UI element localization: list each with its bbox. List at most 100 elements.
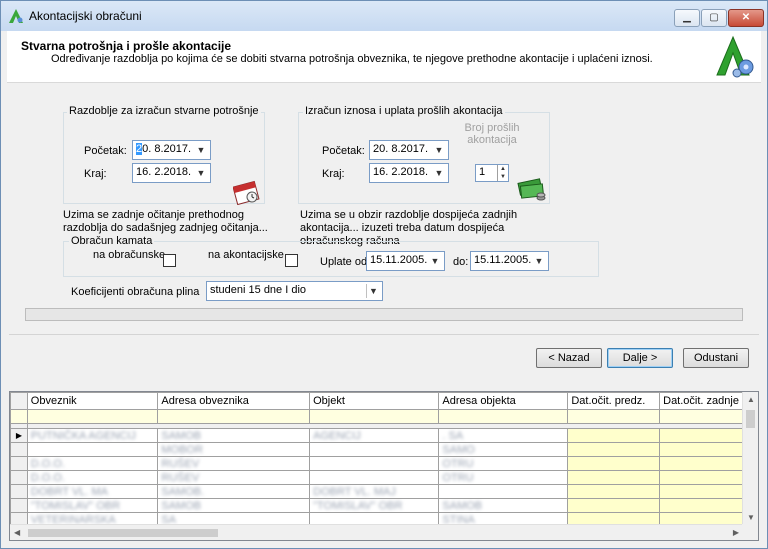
- table-cell[interactable]: MOBOR: [157, 442, 311, 457]
- vertical-scrollbar[interactable]: ▲ ▼: [742, 392, 758, 525]
- filter-cell[interactable]: [157, 409, 311, 424]
- scroll-right-icon[interactable]: ▶: [733, 528, 739, 537]
- table-cell[interactable]: [309, 470, 440, 485]
- chevron-down-icon: ▼: [430, 256, 440, 266]
- filter-cell[interactable]: [26, 409, 159, 424]
- advances-count-label: Broj prošlih akontacija: [464, 122, 520, 146]
- payments-from-label: Uplate od:: [320, 256, 371, 268]
- table-row[interactable]: ▶ PUTNIČKA AGENCIJ SAMOB AGENCIJ . SA: [10, 428, 743, 443]
- advances-title: Izračun iznosa i uplata prošlih akontaci…: [303, 105, 505, 117]
- scroll-up-icon[interactable]: ▲: [747, 395, 755, 404]
- payments-to-date-picker[interactable]: 15.11.2005. ▼: [470, 251, 549, 271]
- spin-up-icon[interactable]: ▲: [498, 165, 508, 173]
- spin-down-icon[interactable]: ▼: [498, 173, 508, 181]
- table-cell[interactable]: OTRU: [438, 456, 569, 471]
- calendar-icon: [233, 180, 260, 205]
- table-cell[interactable]: [567, 442, 661, 457]
- table-cell[interactable]: [567, 428, 661, 443]
- table-cell[interactable]: RUŠEV: [157, 470, 311, 485]
- coefficients-select[interactable]: studeni 15 dne I dio ▼: [206, 281, 383, 301]
- consumption-note: Uzima se zadnje očitanje prethodnog razd…: [63, 209, 268, 234]
- table-cell[interactable]: [659, 456, 743, 471]
- table-row[interactable]: D.O.O. RUŠEV OTRU: [10, 456, 743, 471]
- current-row-indicator-icon: ▶: [10, 428, 28, 443]
- table-cell[interactable]: [659, 470, 743, 485]
- payments-from-date-picker[interactable]: 15.11.2005. ▼: [366, 251, 445, 271]
- payments-to-label: do:: [453, 256, 469, 268]
- interest-title: Obračun kamata: [69, 235, 155, 247]
- next-button[interactable]: Dalje >: [607, 348, 673, 368]
- table-cell[interactable]: SAMOB: [157, 428, 311, 443]
- cancel-button[interactable]: Odustani: [683, 348, 749, 368]
- filter-cell[interactable]: [438, 409, 569, 424]
- table-cell[interactable]: OTRU: [438, 470, 569, 485]
- minimize-button[interactable]: ▁: [674, 9, 700, 27]
- table-row[interactable]: DOBRT VL. MA SAMOB. DOBRT VL. MAJ: [10, 484, 743, 499]
- table-cell[interactable]: "TOMISLAV" OBR: [309, 498, 440, 513]
- table-cell[interactable]: SAMOB: [438, 498, 569, 513]
- interest-on-bills-label: na obračunske: [93, 249, 166, 261]
- table-cell[interactable]: D.O.O.: [26, 456, 159, 471]
- interest-on-bills-checkbox[interactable]: [163, 254, 176, 267]
- table-row[interactable]: MOBOR SAMO: [10, 442, 743, 457]
- advances-start-date-picker[interactable]: 20. 8.2017. ▼: [369, 140, 449, 160]
- step-description: Određivanje razdoblja po kojima će se do…: [51, 53, 653, 65]
- start-label: Početak:: [322, 145, 365, 157]
- filter-cell[interactable]: [567, 409, 661, 424]
- horizontal-scrollbar[interactable]: ◀ ▶: [10, 524, 743, 540]
- filter-cell[interactable]: [309, 409, 440, 424]
- interest-on-advances-checkbox[interactable]: [285, 254, 298, 267]
- column-header[interactable]: Adresa objekta: [438, 392, 569, 410]
- table-cell[interactable]: D.O.O.: [26, 470, 159, 485]
- end-label: Kraj:: [322, 168, 345, 180]
- table-cell[interactable]: SAMOB.: [157, 484, 311, 499]
- table-cell[interactable]: SAMO: [438, 442, 569, 457]
- maximize-button[interactable]: ▢: [701, 9, 727, 27]
- table-cell[interactable]: [567, 470, 661, 485]
- table-cell[interactable]: [26, 442, 159, 457]
- scroll-down-icon[interactable]: ▼: [747, 513, 755, 522]
- consumption-period-title: Razdoblje za izračun stvarne potrošnje: [67, 105, 261, 117]
- data-grid[interactable]: Obveznik Adresa obveznika Objekt Adresa …: [9, 391, 759, 541]
- progress-bar: [25, 308, 743, 321]
- filter-cell[interactable]: [659, 409, 743, 424]
- table-cell[interactable]: [659, 442, 743, 457]
- table-cell[interactable]: AGENCIJ: [309, 428, 440, 443]
- filter-row[interactable]: [10, 409, 743, 424]
- column-header[interactable]: Obveznik: [26, 392, 159, 410]
- table-cell[interactable]: [659, 484, 743, 499]
- table-row[interactable]: "TOMISLAV" OBR SAMOB "TOMISLAV" OBR SAMO…: [10, 498, 743, 513]
- column-header[interactable]: Dat.očit. zadnje: [659, 392, 743, 410]
- column-header[interactable]: Dat.očit. predz.: [567, 392, 661, 410]
- table-cell[interactable]: SAMOB: [157, 498, 311, 513]
- table-cell[interactable]: RUŠEV: [157, 456, 311, 471]
- consumption-start-date-picker[interactable]: 20. 8.2017. ▼: [132, 140, 211, 160]
- back-button[interactable]: < Nazad: [536, 348, 602, 368]
- table-cell[interactable]: [309, 456, 440, 471]
- money-icon: [517, 178, 546, 201]
- scroll-thumb[interactable]: [28, 529, 218, 537]
- table-cell[interactable]: [309, 442, 440, 457]
- table-cell[interactable]: [438, 484, 569, 499]
- table-cell[interactable]: PUTNIČKA AGENCIJ: [26, 428, 159, 443]
- advances-count-stepper[interactable]: 1 ▲ ▼: [475, 164, 509, 182]
- close-button[interactable]: ✕: [728, 9, 764, 27]
- table-cell[interactable]: . SA: [438, 428, 569, 443]
- scroll-thumb[interactable]: [746, 410, 755, 428]
- table-cell[interactable]: "TOMISLAV" OBR: [26, 498, 159, 513]
- wizard-window: Akontacijski obračuni ▁ ▢ ✕ Stvarna potr…: [0, 0, 768, 549]
- table-cell[interactable]: DOBRT VL. MAJ: [309, 484, 440, 499]
- column-header[interactable]: Adresa obveznika: [157, 392, 311, 410]
- advances-end-date-picker[interactable]: 16. 2.2018. ▼: [369, 163, 449, 183]
- scroll-left-icon[interactable]: ◀: [14, 528, 20, 537]
- table-cell[interactable]: DOBRT VL. MA: [26, 484, 159, 499]
- table-row[interactable]: D.O.O. RUŠEV OTRU: [10, 470, 743, 485]
- table-cell[interactable]: [659, 428, 743, 443]
- table-cell[interactable]: [659, 498, 743, 513]
- table-cell[interactable]: [567, 498, 661, 513]
- table-cell[interactable]: [567, 484, 661, 499]
- table-cell[interactable]: [567, 456, 661, 471]
- start-label: Početak:: [84, 145, 127, 157]
- column-header[interactable]: Objekt: [309, 392, 440, 410]
- consumption-end-date-picker[interactable]: 16. 2.2018. ▼: [132, 163, 211, 183]
